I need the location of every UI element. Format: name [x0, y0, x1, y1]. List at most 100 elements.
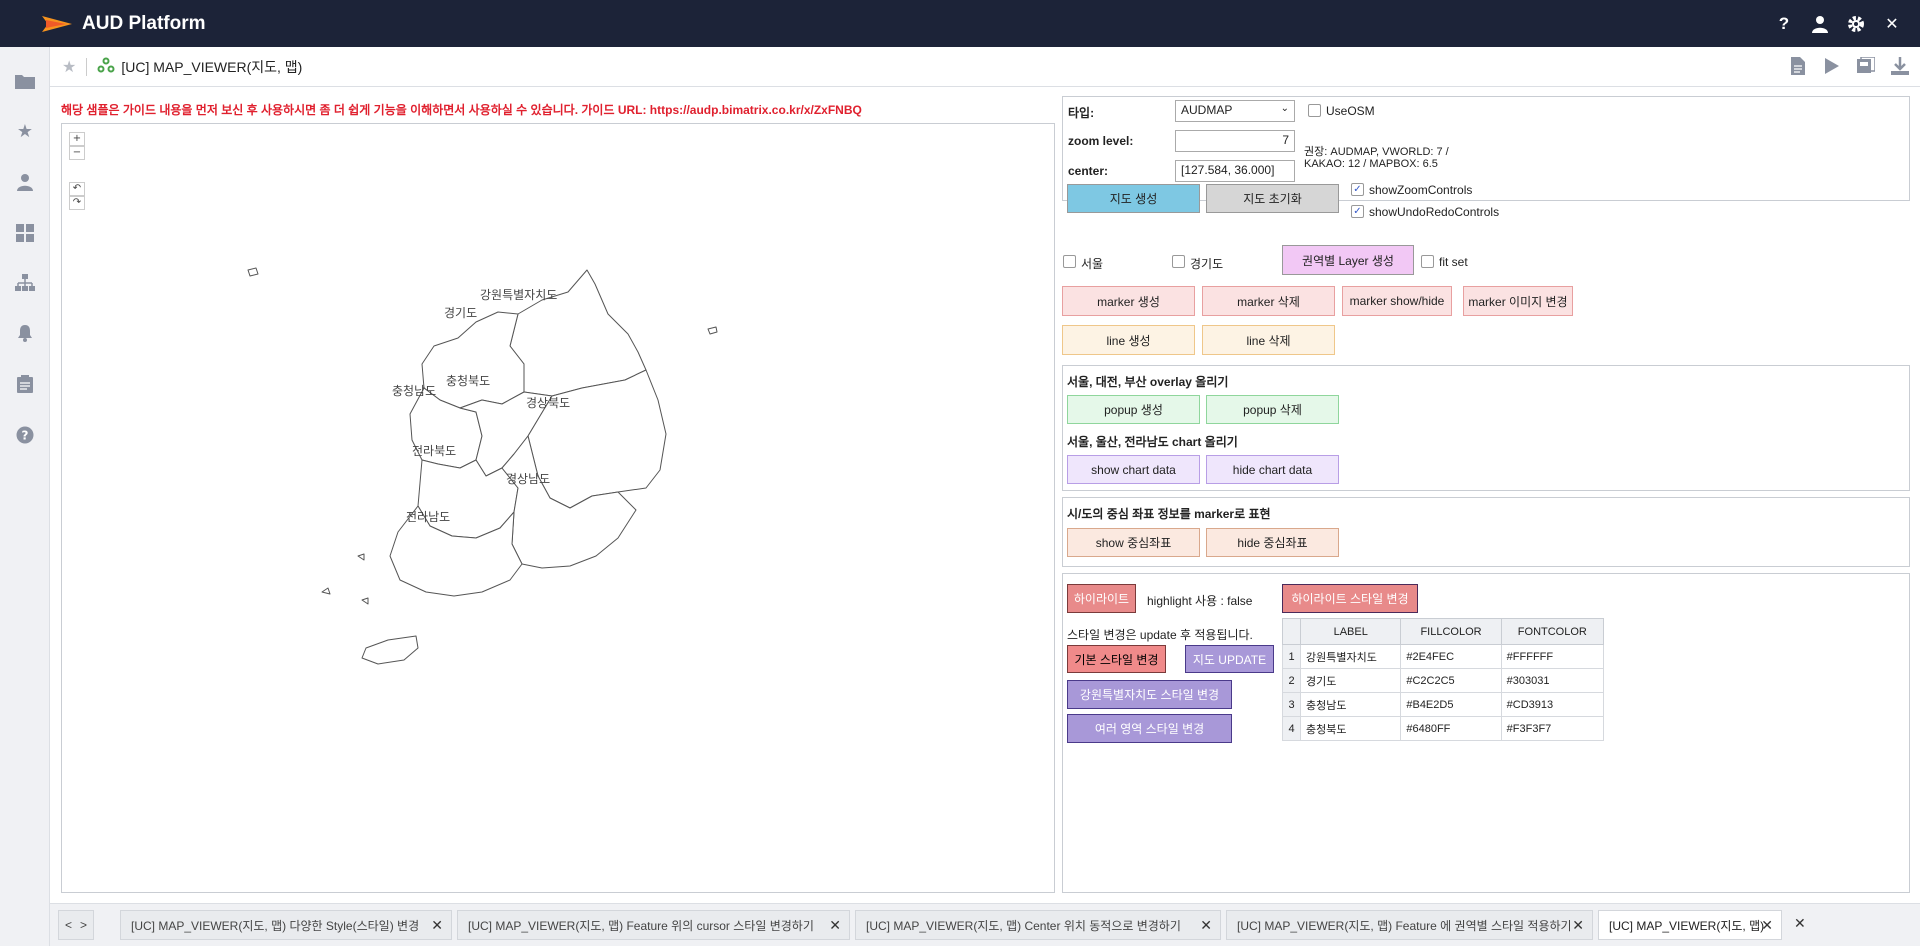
cell-fill[interactable]: #6480FF: [1400, 716, 1502, 741]
user-icon[interactable]: [1810, 14, 1830, 34]
basic-style-button[interactable]: 기본 스타일 변경: [1067, 645, 1166, 673]
table-row[interactable]: 2 경기도 #C2C2C5 #303031: [1281, 668, 1605, 693]
cell-fill[interactable]: #2E4FEC: [1400, 644, 1502, 669]
star-icon[interactable]: ★: [13, 119, 37, 143]
cell-font[interactable]: #FFFFFF: [1500, 644, 1605, 669]
tab-nav: < >: [58, 910, 94, 940]
document-icon[interactable]: [1788, 55, 1808, 77]
region-label: 강원특별자치도: [480, 288, 558, 302]
grid-header[interactable]: LABEL: [1300, 618, 1402, 645]
tab-close-icon[interactable]: ✕: [1761, 917, 1773, 934]
play-icon[interactable]: [1822, 55, 1842, 77]
fit-set-checkbox[interactable]: [1421, 255, 1434, 268]
hide-chart-button[interactable]: hide chart data: [1206, 455, 1339, 484]
gear-icon[interactable]: [1846, 14, 1866, 34]
tab-close-icon[interactable]: ✕: [431, 917, 443, 934]
zoom-input[interactable]: 7: [1175, 130, 1295, 152]
seoul-checkbox[interactable]: [1063, 255, 1076, 268]
highlight-style-button[interactable]: 하이라이트 스타일 변경: [1282, 584, 1418, 613]
cell-label[interactable]: 경기도: [1300, 668, 1402, 693]
show-center-button[interactable]: show 중심좌표: [1067, 528, 1200, 557]
dashboard-icon[interactable]: [13, 221, 37, 245]
marker-toggle-button[interactable]: marker show/hide: [1342, 286, 1452, 316]
cell-fill[interactable]: #C2C2C5: [1400, 668, 1502, 693]
row-number: 4: [1281, 716, 1302, 741]
tab-label: [UC] MAP_VIEWER(지도, 맵) Center 위치 동적으로 변경…: [866, 918, 1181, 933]
tab-label: [UC] MAP_VIEWER(지도, 맵) Feature 에 권역별 스타일…: [1237, 918, 1572, 933]
user-icon[interactable]: [13, 170, 37, 194]
help-icon[interactable]: ?: [1774, 14, 1794, 34]
create-map-button[interactable]: 지도 생성: [1067, 184, 1200, 213]
clipboard-icon[interactable]: [13, 372, 37, 396]
center-input-value: [127.584, 36.000]: [1181, 163, 1275, 177]
save-icon[interactable]: [1856, 55, 1876, 77]
gyeonggi-checkbox[interactable]: [1172, 255, 1185, 268]
title-bar: ★ [UC] MAP_VIEWER(지도, 맵): [50, 47, 1920, 87]
center-label: center:: [1068, 164, 1109, 178]
map-viewer[interactable]: + − ↶ ↷ 강원특별자치도 경기도 충청북도 충청남도 경상북도 전라북도 …: [61, 123, 1055, 893]
map-update-button[interactable]: 지도 UPDATE: [1185, 645, 1274, 673]
region-label: 경상북도: [526, 396, 571, 410]
table-row[interactable]: 4 충청북도 #6480FF #F3F3F7: [1281, 716, 1605, 741]
multi-style-button[interactable]: 여러 영역 스타일 변경: [1067, 714, 1232, 743]
cell-font[interactable]: #F3F3F7: [1500, 716, 1605, 741]
sitemap-icon[interactable]: [13, 271, 37, 295]
row-number: 1: [1281, 644, 1302, 669]
overlay-heading: 서울, 대전, 부산 overlay 올리기: [1067, 375, 1229, 389]
line-create-button[interactable]: line 생성: [1062, 325, 1195, 355]
line-delete-button[interactable]: line 삭제: [1202, 325, 1335, 355]
highlight-button[interactable]: 하이라이트: [1067, 584, 1136, 613]
hide-center-button[interactable]: hide 중심좌표: [1206, 528, 1339, 557]
grid-header[interactable]: FILLCOLOR: [1400, 618, 1502, 645]
folder-icon[interactable]: [13, 69, 37, 93]
highlight-status: highlight 사용 : false: [1147, 594, 1253, 608]
show-zoom-checkbox[interactable]: ✓: [1351, 183, 1364, 196]
close-icon[interactable]: ✕: [1882, 14, 1902, 34]
create-layer-button[interactable]: 권역별 Layer 생성: [1282, 245, 1414, 275]
marker-create-button[interactable]: marker 생성: [1062, 286, 1195, 316]
type-select[interactable]: AUDMAP ⌄: [1175, 100, 1295, 122]
cell-label[interactable]: 강원특별자치도: [1300, 644, 1402, 669]
grid-header[interactable]: FONTCOLOR: [1500, 618, 1605, 645]
tab-item[interactable]: [UC] MAP_VIEWER(지도, 맵) Feature 에 권역별 스타일…: [1226, 910, 1593, 940]
tab-item[interactable]: [UC] MAP_VIEWER(지도, 맵) 다양한 Style(스타일) 변경…: [120, 910, 452, 940]
close-all-tabs-icon[interactable]: ✕: [1794, 916, 1806, 932]
tab-next-button[interactable]: >: [80, 918, 87, 932]
tab-close-icon[interactable]: ✕: [1572, 917, 1584, 934]
table-row[interactable]: 3 충청남도 #B4E2D5 #CD3913: [1281, 692, 1605, 717]
korea-map[interactable]: [62, 124, 1056, 894]
tab-close-icon[interactable]: ✕: [829, 917, 841, 934]
region-label: 충청북도: [446, 374, 491, 388]
use-osm-checkbox[interactable]: [1308, 104, 1321, 117]
favorite-star-icon[interactable]: ★: [62, 57, 76, 76]
cell-label[interactable]: 충청북도: [1300, 716, 1402, 741]
type-label: 타입:: [1068, 106, 1095, 120]
tab-item[interactable]: [UC] MAP_VIEWER(지도, 맵) Feature 위의 cursor…: [457, 910, 850, 940]
table-row[interactable]: 1 강원특별자치도 #2E4FEC #FFFFFF: [1281, 644, 1605, 669]
show-chart-button[interactable]: show chart data: [1067, 455, 1200, 484]
show-undo-checkbox[interactable]: ✓: [1351, 205, 1364, 218]
show-zoom-label: showZoomControls: [1369, 183, 1473, 197]
tab-prev-button[interactable]: <: [65, 918, 72, 932]
tab-close-icon[interactable]: ✕: [1200, 917, 1212, 934]
marker-delete-button[interactable]: marker 삭제: [1202, 286, 1335, 316]
tab-item[interactable]: [UC] MAP_VIEWER(지도, 맵) Center 위치 동적으로 변경…: [855, 910, 1221, 940]
cell-font[interactable]: #CD3913: [1500, 692, 1605, 717]
tab-item-active[interactable]: [UC] MAP_VIEWER(지도, 맵) ✕: [1598, 910, 1782, 940]
help-icon[interactable]: ?: [13, 423, 37, 447]
gangwon-style-button[interactable]: 강원특별자치도 스타일 변경: [1067, 680, 1232, 709]
region-label: 전라남도: [406, 510, 451, 524]
app-logo[interactable]: AUD Platform: [42, 12, 206, 36]
download-icon[interactable]: [1890, 55, 1910, 77]
svg-text:?: ?: [22, 429, 29, 443]
bell-icon[interactable]: [13, 321, 37, 345]
popup-delete-button[interactable]: popup 삭제: [1206, 395, 1339, 424]
reset-map-button[interactable]: 지도 초기화: [1206, 184, 1339, 213]
cell-label[interactable]: 충청남도: [1300, 692, 1402, 717]
region-label: 경기도: [444, 306, 478, 320]
popup-create-button[interactable]: popup 생성: [1067, 395, 1200, 424]
cell-fill[interactable]: #B4E2D5: [1400, 692, 1502, 717]
marker-image-button[interactable]: marker 이미지 변경: [1463, 286, 1573, 316]
cell-font[interactable]: #303031: [1500, 668, 1605, 693]
center-input[interactable]: [127.584, 36.000]: [1175, 160, 1295, 182]
